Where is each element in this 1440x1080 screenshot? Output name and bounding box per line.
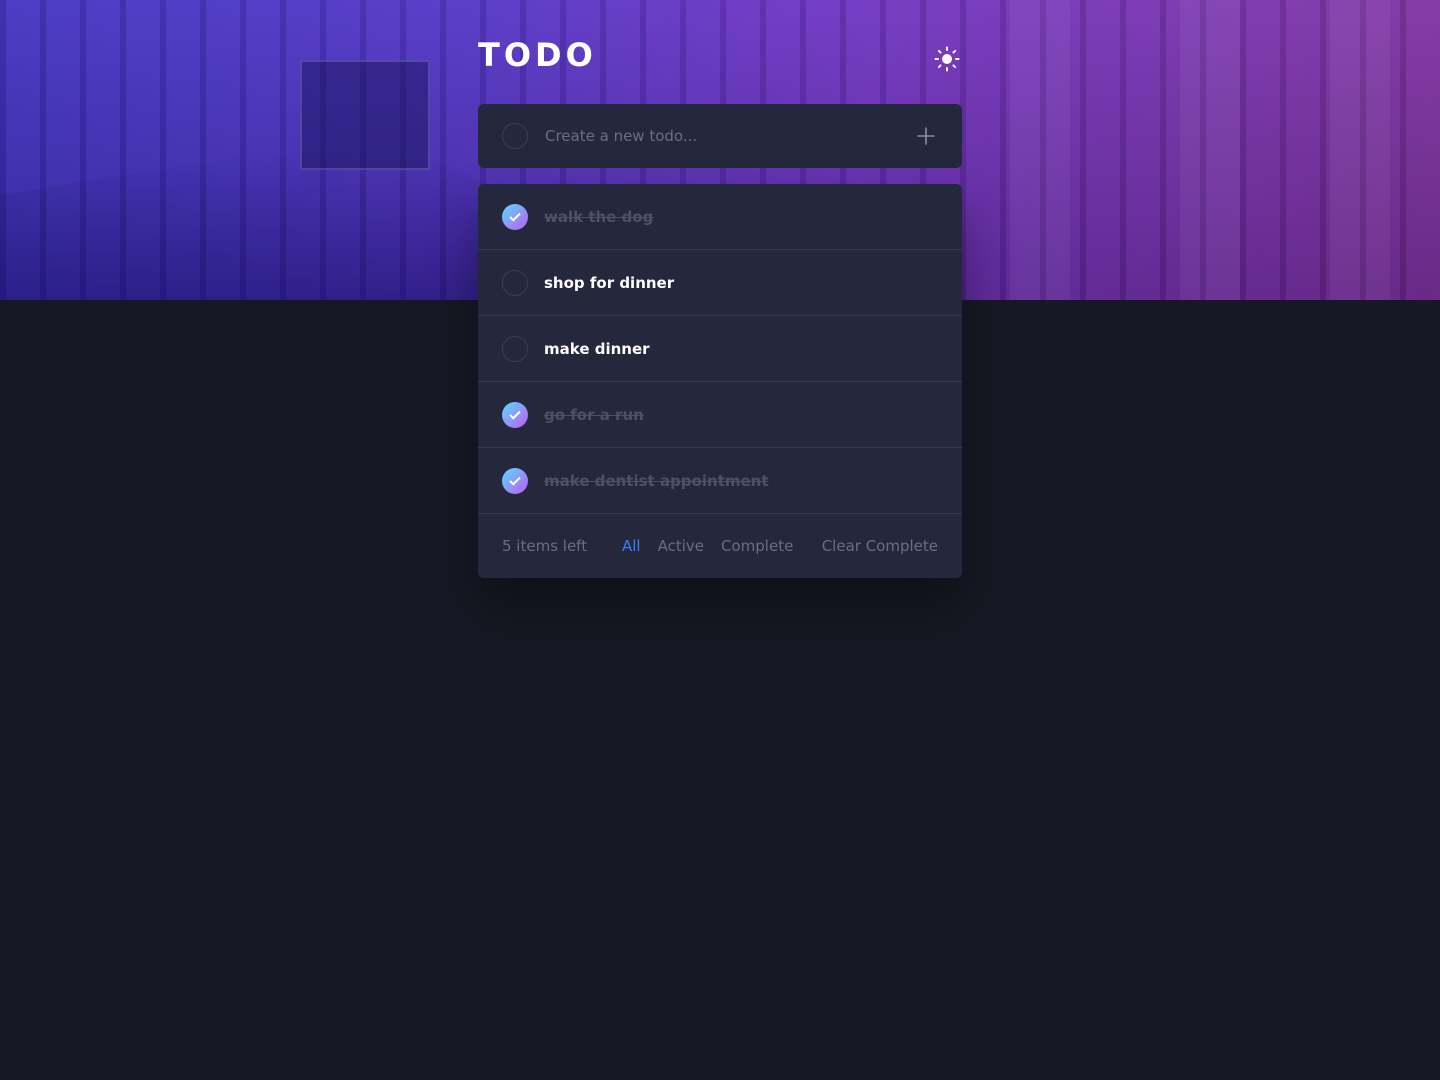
todo-list: walk the dog shop for dinner make dinner… [478,184,962,578]
todo-item[interactable]: shop for dinner [478,250,962,316]
new-todo-input[interactable] [545,127,914,145]
todo-checkbox[interactable] [502,467,528,494]
todo-item[interactable]: make dentist appointment [478,448,962,514]
new-todo-checkbox[interactable] [502,123,528,149]
hero-pillar [1330,0,1390,300]
new-todo-bar [478,104,962,168]
add-todo-button[interactable] [914,124,938,148]
plus-icon [917,127,935,145]
todo-checkbox[interactable] [502,203,528,230]
filter-group: All Active Complete [622,537,793,555]
theme-toggle-button[interactable] [932,44,962,74]
todo-item[interactable]: walk the dog [478,184,962,250]
items-left-count: 5 items left [502,537,588,555]
app-title: TODO [478,36,597,74]
todo-checkbox[interactable] [502,335,528,362]
clear-complete-button[interactable]: Clear Complete [822,537,938,555]
todo-text: walk the dog [544,207,654,226]
check-icon [509,410,521,420]
hero-pillar [1010,0,1070,300]
todo-text: make dentist appointment [544,471,769,490]
filter-all[interactable]: All [622,537,641,555]
todo-text: make dinner [544,339,650,358]
filter-active[interactable]: Active [658,537,704,555]
hero-pillar [1180,0,1240,300]
sun-icon [934,46,960,72]
todo-text: go for a run [544,405,644,424]
todo-checkbox[interactable] [502,269,528,296]
todo-text: shop for dinner [544,273,675,292]
check-icon [509,212,521,222]
check-icon [509,476,521,486]
todo-checkbox[interactable] [502,401,528,428]
hero-door [300,60,430,170]
app-header: TODO [478,30,962,80]
filter-complete[interactable]: Complete [721,537,793,555]
todo-app: TODO Create a new todo... walk the dog s… [478,30,962,578]
todo-footer: 5 items left All Active Complete Clear C… [478,514,962,578]
todo-item[interactable]: make dinner [478,316,962,382]
todo-item[interactable]: go for a run [478,382,962,448]
